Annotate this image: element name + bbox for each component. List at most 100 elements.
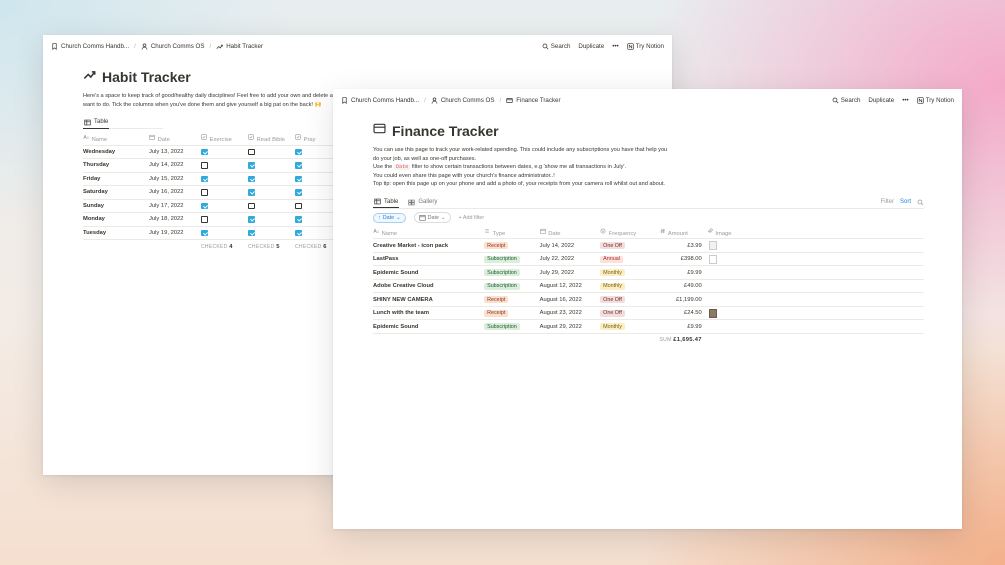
type-cell[interactable]: Receipt <box>484 292 540 307</box>
checkbox[interactable] <box>201 175 208 183</box>
checkbox[interactable] <box>295 202 302 210</box>
type-cell[interactable]: Subscription <box>484 319 540 334</box>
checkbox[interactable] <box>201 148 208 156</box>
checkbox-cell[interactable] <box>248 226 295 241</box>
date-cell[interactable]: July 13, 2022 <box>149 145 201 160</box>
amount-cell[interactable]: £3.99 <box>659 238 707 253</box>
checkbox[interactable] <box>248 216 255 223</box>
column-header-name[interactable]: Name <box>83 133 149 146</box>
table-row[interactable]: LastPass Subscription July 22, 2022 Annual £… <box>373 252 924 267</box>
date-cell[interactable]: July 15, 2022 <box>149 172 201 187</box>
duplicate-button[interactable]: Duplicate <box>578 43 604 50</box>
checkbox[interactable] <box>201 216 208 223</box>
column-header-exercise[interactable]: Exercise <box>201 133 248 146</box>
date-cell[interactable]: August 16, 2022 <box>539 292 601 307</box>
checkbox[interactable] <box>295 148 302 156</box>
amount-cell[interactable]: £49.00 <box>659 279 707 294</box>
date-cell[interactable]: July 29, 2022 <box>539 265 601 280</box>
name-cell[interactable]: SHINY NEW CAMERA <box>373 292 485 307</box>
frequency-cell[interactable]: One Off <box>600 306 660 321</box>
checkbox[interactable] <box>295 189 302 196</box>
checkbox-cell[interactable] <box>201 158 248 173</box>
date-cell[interactable]: July 14, 2022 <box>539 238 601 253</box>
image-cell[interactable] <box>706 306 924 321</box>
checkbox-cell[interactable] <box>248 172 295 187</box>
try-notion-button[interactable]: Try Notion <box>627 43 664 50</box>
receipt-thumbnail[interactable] <box>708 241 717 251</box>
frequency-cell[interactable]: Annual <box>600 252 660 267</box>
checkbox[interactable] <box>248 189 255 196</box>
amount-cell[interactable]: £398.00 <box>659 252 707 267</box>
checkbox-cell[interactable] <box>201 185 248 200</box>
checkbox[interactable] <box>248 202 255 210</box>
date-cell[interactable]: July 22, 2022 <box>539 252 601 267</box>
date-filter-chip[interactable]: Date ⌄ <box>413 212 451 224</box>
column-header-image[interactable]: Image <box>706 226 924 240</box>
table-row[interactable]: Friday July 15, 2022 <box>83 172 342 187</box>
image-cell[interactable] <box>706 279 924 294</box>
receipt-thumbnail[interactable] <box>708 254 717 264</box>
more-options-button[interactable]: ••• <box>612 43 619 50</box>
column-header-date[interactable]: Date <box>149 133 201 146</box>
table-row[interactable]: Creative Market - icon pack Receipt July 1… <box>373 238 924 253</box>
more-options-button[interactable]: ••• <box>902 97 909 104</box>
date-cell[interactable]: July 19, 2022 <box>149 226 201 241</box>
column-header-name[interactable]: Name <box>373 226 485 240</box>
checkbox[interactable] <box>295 229 302 237</box>
frequency-cell[interactable]: Monthly <box>600 319 660 334</box>
checkbox[interactable] <box>201 229 208 237</box>
checkbox[interactable] <box>295 216 302 223</box>
tab-gallery[interactable]: Gallery <box>407 196 438 208</box>
breadcrumb-item-os[interactable]: Church Comms OS <box>141 43 204 50</box>
calc-amount-sum[interactable]: SUM £1,695.47 <box>660 333 707 347</box>
table-row[interactable]: Epidemic Sound Subscription July 29, 2022 M… <box>373 265 924 280</box>
name-cell[interactable]: LastPass <box>373 252 485 267</box>
tab-table[interactable]: Table <box>83 117 110 129</box>
checkbox-cell[interactable] <box>248 145 295 160</box>
checkbox[interactable] <box>295 162 302 169</box>
type-cell[interactable]: Subscription <box>484 265 540 280</box>
checkbox[interactable] <box>248 229 255 237</box>
amount-cell[interactable]: £9.99 <box>659 319 707 334</box>
checkbox[interactable] <box>295 175 302 183</box>
checkbox-cell[interactable] <box>248 185 295 200</box>
image-cell[interactable] <box>706 252 924 267</box>
frequency-cell[interactable]: One Off <box>600 238 660 253</box>
date-sort-chip[interactable]: ↑ Date ⌄ <box>373 212 406 223</box>
table-row[interactable]: Saturday July 16, 2022 <box>83 185 342 200</box>
image-cell[interactable] <box>706 265 924 280</box>
type-cell[interactable]: Subscription <box>484 252 540 267</box>
date-cell[interactable]: July 17, 2022 <box>149 199 201 214</box>
checkbox[interactable] <box>201 189 208 196</box>
checkbox-cell[interactable] <box>201 212 248 227</box>
breadcrumb-item-current[interactable]: Habit Tracker <box>216 43 263 50</box>
table-row[interactable]: Monday July 18, 2022 <box>83 212 342 227</box>
column-header-frequency[interactable]: Frequency <box>600 226 660 240</box>
type-cell[interactable]: Subscription <box>484 279 540 294</box>
filter-button[interactable]: Filter <box>881 199 894 205</box>
date-cell[interactable]: August 12, 2022 <box>539 279 601 294</box>
checkbox[interactable] <box>201 162 208 169</box>
column-header-date[interactable]: Date <box>539 226 601 240</box>
name-cell[interactable]: Wednesday <box>83 145 149 160</box>
breadcrumb-item-os[interactable]: Church Comms OS <box>431 97 494 104</box>
table-row[interactable]: SHINY NEW CAMERA Receipt August 16, 2022 On… <box>373 292 924 307</box>
checkbox-cell[interactable] <box>201 172 248 187</box>
breadcrumb-item-current[interactable]: Finance Tracker <box>506 97 561 104</box>
frequency-cell[interactable]: One Off <box>600 292 660 307</box>
name-cell[interactable]: Adobe Creative Cloud <box>373 279 485 294</box>
name-cell[interactable]: Friday <box>83 172 149 187</box>
date-cell[interactable]: July 14, 2022 <box>149 158 201 173</box>
name-cell[interactable]: Epidemic Sound <box>373 265 485 280</box>
add-filter-button[interactable]: + Add filter <box>459 215 485 221</box>
name-cell[interactable]: Lunch with the team <box>373 306 485 321</box>
calc-read-bible[interactable]: CHECKED 5 <box>248 240 295 254</box>
amount-cell[interactable]: £9.99 <box>659 265 707 280</box>
table-row[interactable]: Lunch with the team Receipt August 23, 202… <box>373 306 924 321</box>
name-cell[interactable]: Tuesday <box>83 226 149 241</box>
breadcrumb-item-handbook[interactable]: Church Comms Handb... <box>341 97 419 104</box>
sort-button[interactable]: Sort <box>900 199 911 205</box>
amount-cell[interactable]: £1,199.00 <box>659 292 707 307</box>
date-cell[interactable]: July 18, 2022 <box>149 212 201 227</box>
type-cell[interactable]: Receipt <box>484 306 540 321</box>
